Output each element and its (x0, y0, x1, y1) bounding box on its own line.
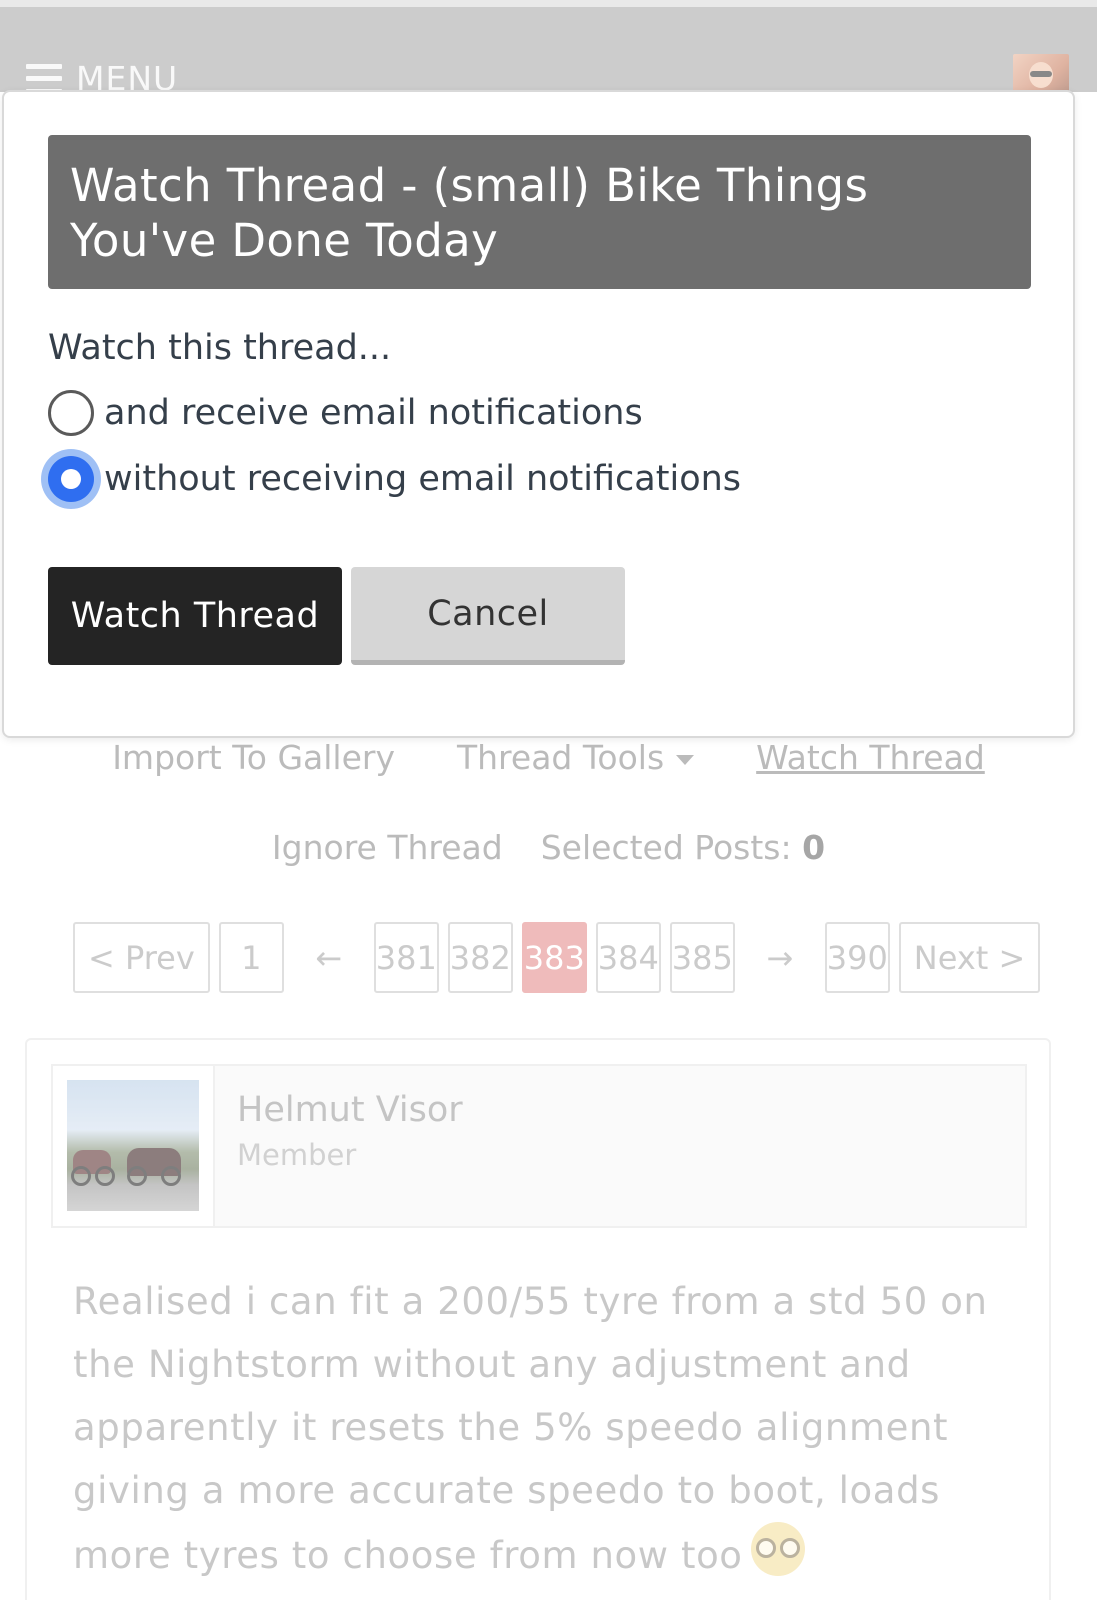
author-avatar[interactable] (53, 1066, 215, 1226)
watch-thread-dialog: Watch Thread - (small) Bike Things You'v… (2, 90, 1075, 738)
ignore-thread-link[interactable]: Ignore Thread (272, 828, 503, 867)
prev-page-button[interactable]: < Prev (73, 922, 210, 993)
post-author-block: Helmut Visor Member (51, 1064, 1027, 1228)
top-bar: MENU (0, 0, 1097, 99)
page-link[interactable]: 382 (447, 922, 513, 993)
right-arrow-icon: → (766, 938, 794, 977)
radio-no-email-notifications[interactable] (48, 456, 94, 502)
radio-email-notifications[interactable] (48, 390, 94, 436)
selected-posts-count: 0 (802, 828, 826, 867)
nerd-face-emoji-icon (750, 1522, 805, 1576)
thread-tools-menu[interactable]: Thread Tools (456, 738, 695, 777)
selected-posts[interactable]: Selected Posts: 0 (541, 828, 825, 867)
post-text: Realised i can fit a 200/55 tyre from a … (73, 1280, 988, 1577)
dialog-title: Watch Thread - (small) Bike Things You'v… (48, 135, 1031, 289)
post-body: Realised i can fit a 200/55 tyre from a … (73, 1270, 1023, 1587)
author-name[interactable]: Helmut Visor (237, 1090, 463, 1130)
watch-label: Watch this thread... (48, 328, 392, 368)
option-label[interactable]: and receive email notifications (104, 393, 643, 433)
selected-posts-label: Selected Posts: (540, 828, 792, 867)
thread-tools-bar: Import To Gallery Thread Tools Watch Thr… (0, 738, 1097, 777)
page-link-last[interactable]: 390 (824, 922, 890, 993)
option-email-notifications[interactable]: and receive email notifications (48, 390, 643, 436)
thread-tools-bar-secondary: Ignore Thread Selected Posts: 0 (0, 828, 1097, 867)
page-link[interactable]: 385 (669, 922, 735, 993)
left-arrow-icon: ← (315, 938, 343, 977)
author-title: Member (237, 1138, 357, 1172)
pagination: < Prev 1 ← 381 382 383 384 385 → 390 Nex… (73, 922, 1041, 993)
next-page-button[interactable]: Next > (898, 922, 1041, 993)
import-to-gallery-link[interactable]: Import To Gallery (112, 738, 395, 777)
cancel-button[interactable]: Cancel (351, 567, 625, 665)
option-no-email-notifications[interactable]: without receiving email notifications (48, 456, 741, 502)
post: Helmut Visor Member Realised i can fit a… (25, 1038, 1051, 1600)
hamburger-icon (26, 63, 62, 94)
watch-thread-link[interactable]: Watch Thread (756, 738, 985, 777)
thread-tools-label: Thread Tools (456, 738, 665, 777)
page-link-current: 383 (521, 922, 587, 993)
page-link[interactable]: 384 (595, 922, 661, 993)
page-link-first[interactable]: 1 (218, 922, 284, 993)
option-label[interactable]: without receiving email notifications (104, 459, 741, 499)
caret-down-icon (676, 754, 695, 765)
page-link[interactable]: 381 (373, 922, 439, 993)
watch-thread-button[interactable]: Watch Thread (48, 567, 342, 665)
